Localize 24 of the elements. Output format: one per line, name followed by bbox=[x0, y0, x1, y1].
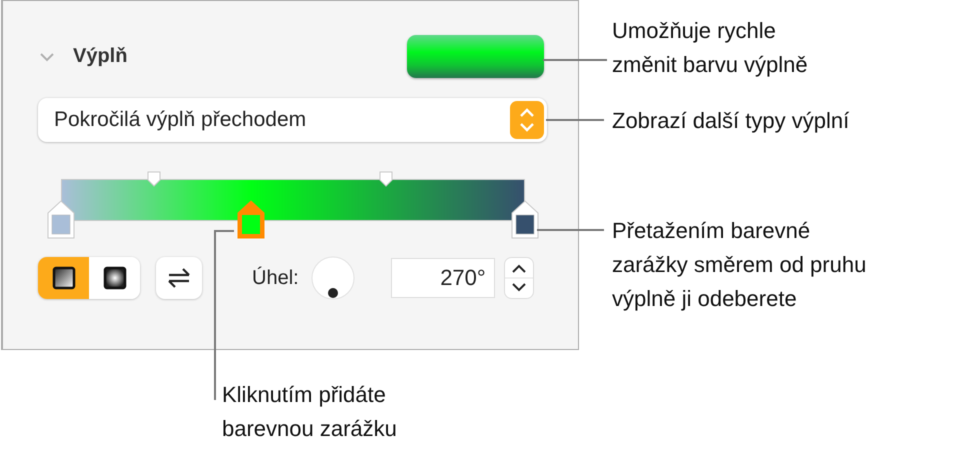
section-title: Výplň bbox=[73, 44, 128, 68]
angle-dial[interactable] bbox=[310, 256, 355, 300]
dropdown-arrows-icon bbox=[510, 101, 544, 139]
callout-text: Zobrazí další typy výplní bbox=[612, 107, 850, 135]
color-stop[interactable] bbox=[237, 200, 266, 240]
leader-line bbox=[543, 59, 607, 61]
callout-text: Umožňuje rychle změnit barvu výplně bbox=[612, 17, 808, 79]
gradient-bar[interactable] bbox=[61, 179, 525, 221]
angle-field[interactable]: 270° bbox=[390, 258, 495, 298]
callout-text: Kliknutím přidáte barevnou zarážku bbox=[222, 381, 397, 443]
angle-label: Úhel: bbox=[252, 266, 299, 290]
swap-colors-button[interactable] bbox=[156, 257, 202, 299]
linear-gradient-button[interactable] bbox=[38, 257, 89, 299]
leader-line bbox=[537, 229, 604, 231]
radial-gradient-button[interactable] bbox=[89, 257, 140, 299]
color-well[interactable] bbox=[407, 34, 544, 78]
leader-line bbox=[546, 119, 604, 121]
radial-gradient-icon bbox=[102, 266, 126, 290]
callout-text: Přetažením barevné zarážky směrem od pruhu výplně ji odeberete bbox=[612, 217, 866, 313]
color-stop[interactable] bbox=[47, 200, 75, 240]
linear-gradient-icon bbox=[52, 266, 76, 290]
color-stop[interactable] bbox=[511, 200, 539, 240]
stepper-icon[interactable] bbox=[504, 257, 534, 299]
fill-type-dropdown[interactable]: Pokročilá výplň přechodem bbox=[38, 98, 547, 142]
